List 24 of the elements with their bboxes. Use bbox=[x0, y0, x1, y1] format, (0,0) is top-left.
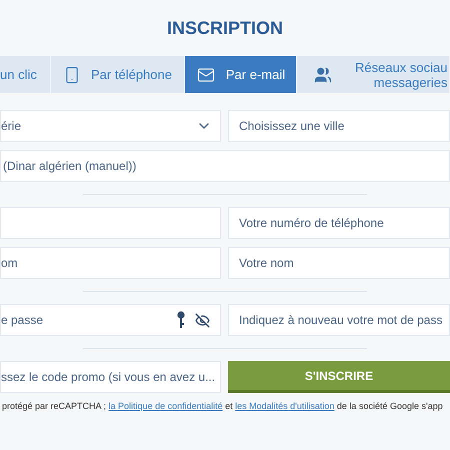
terms-of-use-link[interactable]: les Modalités d'utilisation bbox=[235, 401, 334, 411]
key-icon bbox=[177, 311, 185, 329]
tab[interactable]: un clic bbox=[0, 56, 51, 93]
input-field[interactable] bbox=[0, 207, 221, 239]
tab-label: Réseaux sociau bbox=[355, 60, 448, 74]
page-title: INSCRIPTION bbox=[166, 16, 283, 40]
country-select[interactable]: érie bbox=[0, 110, 221, 142]
tab[interactable]: Réseaux sociau messageries bbox=[297, 56, 450, 93]
input-field[interactable]: ssez le code promo (si vous en avez u... bbox=[0, 361, 221, 393]
input-field[interactable]: Indiquez à nouveau votre mot de pass bbox=[228, 304, 450, 336]
mail-icon bbox=[196, 66, 216, 84]
privacy-policy-link[interactable]: la Politique de confidentialité bbox=[108, 401, 223, 411]
tab[interactable]: Par e-mail bbox=[185, 56, 297, 93]
input-field[interactable]: om bbox=[0, 247, 221, 279]
tab-label: messageries bbox=[374, 74, 448, 90]
register-button[interactable]: S'INSCRIRE bbox=[228, 361, 450, 393]
input-field[interactable]: Votre nom bbox=[228, 247, 450, 279]
input-field[interactable]: Choisissez une ville bbox=[228, 110, 450, 142]
users-icon bbox=[313, 66, 333, 84]
input-field[interactable]: Votre numéro de téléphone bbox=[228, 207, 450, 239]
password-field[interactable]: e passe bbox=[0, 304, 221, 336]
recaptcha-notice: protégé par reCAPTCHA ; la Politique de confidentialité et les Modalités d'utilisation de la société Google s'app bbox=[1, 400, 444, 413]
currency-select[interactable]: (Dinar algérien (manuel)) bbox=[0, 150, 450, 182]
eye-off-icon[interactable] bbox=[195, 312, 210, 328]
